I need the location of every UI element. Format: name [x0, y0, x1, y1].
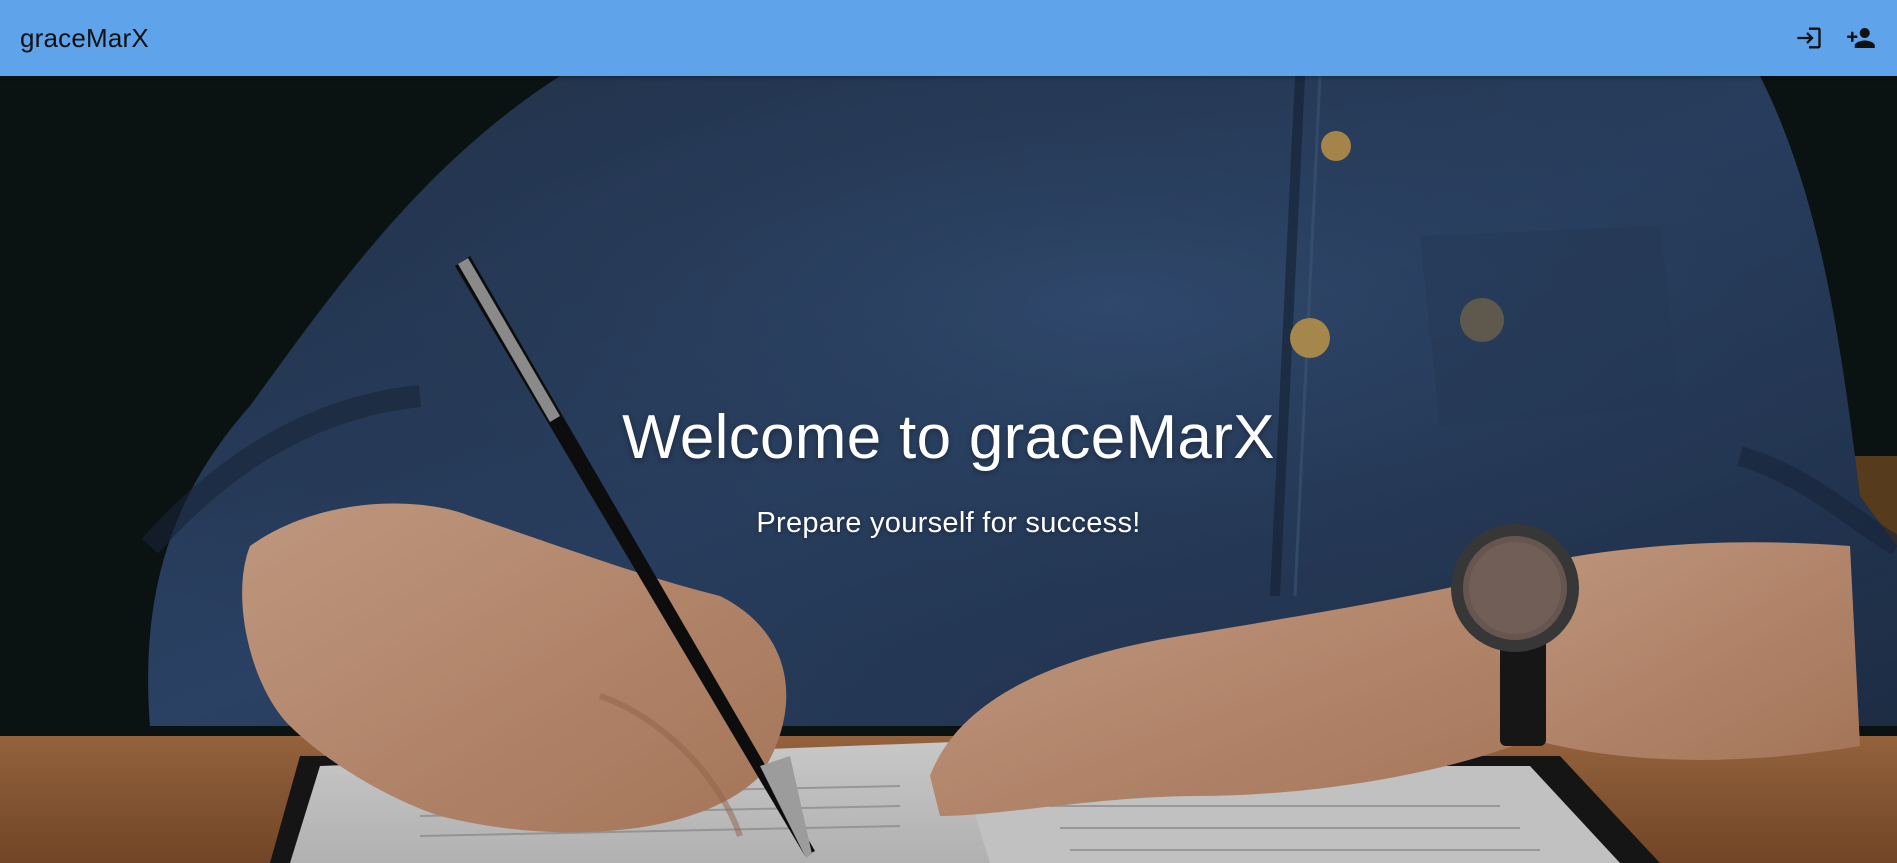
login-icon [1797, 27, 1821, 49]
login-button[interactable] [1789, 18, 1829, 58]
hero-subtitle: Prepare yourself for success! [756, 506, 1141, 539]
hero-section: Welcome to graceMarX Prepare yourself fo… [0, 76, 1897, 863]
register-button[interactable] [1841, 18, 1881, 58]
top-app-bar: graceMarX [0, 0, 1897, 76]
toolbar-actions [1789, 18, 1881, 58]
hero-content: Welcome to graceMarX Prepare yourself fo… [0, 76, 1897, 863]
brand-title[interactable]: graceMarX [20, 23, 149, 54]
person-add-icon [1847, 28, 1875, 48]
hero-title: Welcome to graceMarX [622, 402, 1275, 472]
